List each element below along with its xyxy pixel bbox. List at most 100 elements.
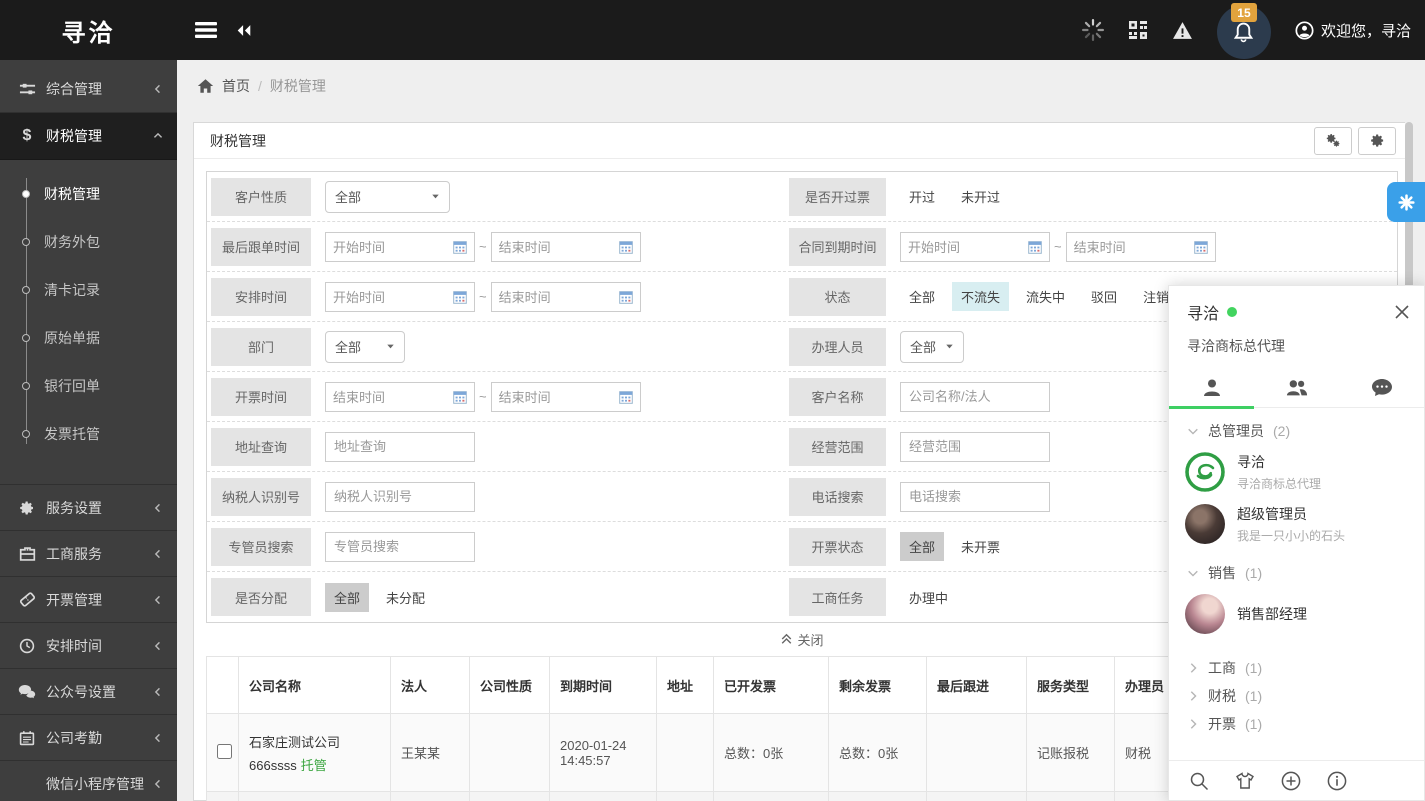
department-select[interactable]: 全部 <box>325 331 405 363</box>
submenu-item-original-docs[interactable]: 原始单据 <box>0 314 177 362</box>
sidebar-item-service-settings[interactable]: 服务设置 <box>0 485 177 531</box>
briefcase-icon <box>18 545 36 563</box>
option-invoiced-yes[interactable]: 开过 <box>900 182 944 211</box>
settings-gear-button[interactable] <box>1358 127 1396 155</box>
sliders-icon <box>18 80 36 98</box>
user-menu[interactable]: 欢迎您，寻洽 <box>1295 20 1411 41</box>
handler-select[interactable]: 全部 <box>900 331 964 363</box>
row-checkbox[interactable] <box>217 744 232 759</box>
calendar-date-icon <box>619 290 633 304</box>
sidebar-toggle-button[interactable] <box>190 0 222 60</box>
business-task-option-processing[interactable]: 办理中 <box>900 583 957 612</box>
customer-name-input[interactable] <box>900 382 1050 412</box>
notifications-button[interactable]: 15 <box>1217 5 1271 59</box>
info-circle-icon[interactable] <box>1327 771 1347 791</box>
company-name-cell: 石家庄测试公司 666ssss托管 <box>239 714 391 792</box>
calendar-date-icon <box>1028 240 1042 254</box>
chevron-left-icon <box>153 83 163 95</box>
loading-spinner-icon[interactable] <box>1082 19 1104 41</box>
breadcrumb-current: 财税管理 <box>270 76 326 96</box>
submenu-item-card-clearing[interactable]: 清卡记录 <box>0 266 177 314</box>
submenu-item-finance-tax-mgmt[interactable]: 财税管理 <box>0 170 177 218</box>
status-option-all[interactable]: 全部 <box>900 282 944 311</box>
wechat-icon <box>18 683 36 701</box>
invoice-status-option-all[interactable]: 全部 <box>900 532 944 561</box>
settings-gears-button[interactable] <box>1314 127 1352 155</box>
filter-label: 纳税人识别号 <box>211 478 311 516</box>
status-option-losing[interactable]: 流失中 <box>1017 282 1074 311</box>
contact-super-admin[interactable]: 超级管理员 我是一只小小的石头 <box>1169 498 1424 550</box>
option-invoiced-no[interactable]: 未开过 <box>952 182 1009 211</box>
group-sales[interactable]: 销售 (1) <box>1169 558 1424 588</box>
qr-code-icon[interactable] <box>1128 20 1148 40</box>
last-follow-end-date-input[interactable]: 结束时间 <box>491 232 641 262</box>
chat-subtitle: 寻洽商标总代理 <box>1169 324 1424 356</box>
contact-xunqia[interactable]: 寻洽 寻洽商标总代理 <box>1169 446 1424 498</box>
schedule-start-date-input[interactable]: 开始时间 <box>325 282 475 312</box>
close-icon[interactable] <box>1394 304 1410 320</box>
notification-badge: 15 <box>1231 3 1257 22</box>
business-scope-input[interactable] <box>900 432 1050 462</box>
last-follow-cell <box>927 714 1027 792</box>
breadcrumb-home[interactable]: 首页 <box>222 76 250 96</box>
tab-groups[interactable] <box>1254 368 1339 407</box>
tab-contacts[interactable] <box>1169 368 1254 407</box>
filter-label: 是否开过票 <box>789 178 886 216</box>
address-search-input[interactable] <box>325 432 475 462</box>
schedule-end-date-input[interactable]: 结束时间 <box>491 282 641 312</box>
submenu-item-invoice-escrow[interactable]: 发票托管 <box>0 410 177 458</box>
finance-tax-submenu: 财税管理 财务外包 清卡记录 原始单据 银行回单 发票托管 <box>0 160 177 485</box>
submenu-item-bank-receipts[interactable]: 银行回单 <box>0 362 177 410</box>
online-status-dot <box>1227 307 1237 317</box>
filter-label: 办理人员 <box>789 328 886 366</box>
plus-circle-icon[interactable] <box>1281 771 1301 791</box>
search-icon[interactable] <box>1189 771 1209 791</box>
tab-messages[interactable] <box>1339 368 1424 407</box>
col-last-follow: 最后跟进 <box>927 657 1027 714</box>
collapse-all-button[interactable] <box>228 0 260 60</box>
address-cell <box>657 714 714 792</box>
contact-sales-manager[interactable]: 销售部经理 <box>1169 588 1424 640</box>
contract-expire-start-date-input[interactable]: 开始时间 <box>900 232 1050 262</box>
group-invoicing[interactable]: 开票 (1) <box>1169 710 1424 738</box>
sidebar-item-finance-tax[interactable]: $ 财税管理 <box>0 113 177 160</box>
supervisor-search-input[interactable] <box>325 532 475 562</box>
clock-icon <box>18 637 36 655</box>
group-business[interactable]: 工商 (1) <box>1169 654 1424 682</box>
chevron-down-icon <box>1187 425 1199 437</box>
status-option-not-lost[interactable]: 不流失 <box>952 282 1009 311</box>
taxpayer-id-input[interactable] <box>325 482 475 512</box>
contract-expire-end-date-input[interactable]: 结束时间 <box>1066 232 1216 262</box>
warning-icon[interactable] <box>1172 21 1193 40</box>
invoice-status-option-none[interactable]: 未开票 <box>952 532 1009 561</box>
sidebar-item-attendance[interactable]: 公司考勤 <box>0 715 177 761</box>
filter-label: 专管员搜索 <box>211 528 311 566</box>
group-finance-tax[interactable]: 财税 (1) <box>1169 682 1424 710</box>
invoice-time-end-date-input[interactable]: 结束时间 <box>491 382 641 412</box>
bullet-icon <box>22 238 30 246</box>
assigned-option-all[interactable]: 全部 <box>325 583 369 612</box>
phone-search-input[interactable] <box>900 482 1050 512</box>
last-follow-start-date-input[interactable]: 开始时间 <box>325 232 475 262</box>
invoice-time-start-date-input[interactable]: 结束时间 <box>325 382 475 412</box>
filter-label: 地址查询 <box>211 428 311 466</box>
shirt-icon[interactable] <box>1235 771 1255 791</box>
sidebar-item-general-mgmt[interactable]: 综合管理 <box>0 66 177 113</box>
app-logo[interactable]: 寻洽 <box>0 0 177 60</box>
sidebar-item-invoicing-mgmt[interactable]: 开票管理 <box>0 577 177 623</box>
sidebar-item-miniprogram-mgmt[interactable]: 微信小程序管理 <box>0 761 177 801</box>
status-option-rejected[interactable]: 驳回 <box>1082 282 1126 311</box>
sidebar-item-official-account[interactable]: 公众号设置 <box>0 669 177 715</box>
group-super-admins[interactable]: 总管理员 (2) <box>1169 416 1424 446</box>
assigned-option-unassigned[interactable]: 未分配 <box>377 583 434 612</box>
sidebar-item-schedule-time[interactable]: 安排时间 <box>0 623 177 669</box>
asterisk-icon <box>1398 194 1415 211</box>
col-company-nature: 公司性质 <box>470 657 550 714</box>
customer-nature-select[interactable]: 全部 <box>325 181 450 213</box>
people-icon <box>1286 378 1308 398</box>
chat-tabs <box>1169 368 1424 408</box>
submenu-item-finance-outsourcing[interactable]: 财务外包 <box>0 218 177 266</box>
col-invoiced: 已开发票 <box>714 657 829 714</box>
floating-action-button[interactable] <box>1387 182 1425 222</box>
sidebar-item-business-services[interactable]: 工商服务 <box>0 531 177 577</box>
